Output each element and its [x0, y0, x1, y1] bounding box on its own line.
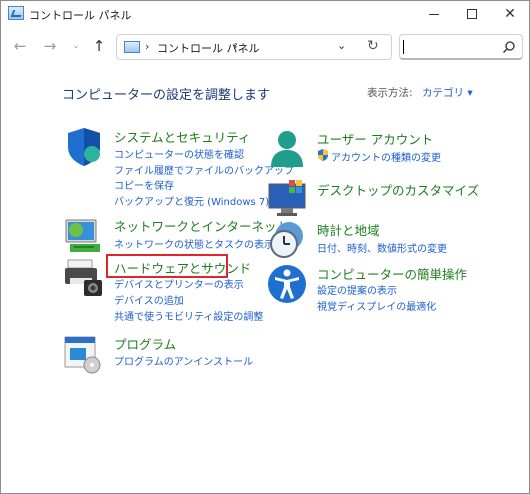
link-backup-restore[interactable]: バックアップと復元 (Windows 7)	[114, 193, 269, 208]
refresh-icon[interactable]: ↻	[367, 38, 379, 54]
printer-icon[interactable]	[64, 258, 104, 298]
category-title[interactable]: システムとセキュリティ	[114, 127, 250, 146]
close-icon: ✕	[504, 6, 516, 22]
arrow-right-icon: →	[43, 37, 57, 55]
search-icon[interactable]	[502, 40, 516, 54]
breadcrumb-separator-icon[interactable]: ›	[233, 40, 237, 53]
desktop-icon[interactable]	[267, 180, 307, 220]
forward-button[interactable]: →	[41, 37, 59, 55]
link-mobility-settings[interactable]: 共通で使うモビリティ設定の調整	[114, 308, 263, 323]
close-button[interactable]: ✕	[487, 1, 530, 27]
control-panel-window: コントロール パネル ✕ ← → ⌄ ↑ › コントロール パネル › ⌄ ↻ …	[0, 0, 530, 494]
link-date-time-format[interactable]: 日付、時刻、数値形式の変更	[317, 240, 447, 255]
link-devices-printers[interactable]: デバイスとプリンターの表示	[114, 276, 244, 291]
control-panel-icon	[124, 41, 140, 53]
arrow-left-icon: ←	[13, 37, 27, 55]
recent-locations-button[interactable]: ⌄	[67, 37, 85, 55]
address-bar[interactable]: › コントロール パネル › ⌄ ↻	[116, 34, 392, 60]
arrow-up-icon: ↑	[92, 37, 106, 55]
breadcrumb-control-panel[interactable]: コントロール パネル	[157, 40, 260, 56]
clock-icon[interactable]	[267, 220, 307, 260]
category-title[interactable]: ネットワークとインターネット	[114, 216, 289, 235]
page-heading: コンピューターの設定を調整します	[62, 88, 271, 103]
title-bar: コントロール パネル ✕	[1, 1, 529, 27]
category-title[interactable]: 時計と地域	[317, 220, 380, 239]
shield-icon[interactable]	[64, 127, 104, 167]
link-network-status[interactable]: ネットワークの状態とタスクの表示	[114, 236, 274, 251]
address-dropdown-button[interactable]: ⌄	[337, 39, 346, 52]
link-optimize-display[interactable]: 視覚ディスプレイの最適化	[317, 298, 436, 313]
control-panel-icon	[8, 6, 24, 20]
search-input[interactable]	[404, 38, 494, 56]
shield-uac-icon	[318, 149, 328, 161]
back-button[interactable]: ←	[11, 37, 29, 55]
link-uninstall-program[interactable]: プログラムのアンインストール	[114, 353, 253, 368]
highlight-box	[106, 254, 228, 278]
maximize-icon	[467, 9, 477, 19]
view-by-label: 表示方法:	[367, 87, 413, 99]
search-box[interactable]	[399, 34, 523, 60]
category-title[interactable]: コンピューターの簡単操作	[317, 264, 467, 283]
up-button[interactable]: ↑	[90, 37, 108, 55]
category-title[interactable]: プログラム	[114, 334, 176, 353]
accessibility-icon[interactable]	[267, 264, 307, 304]
programs-icon[interactable]	[64, 334, 104, 374]
category-title[interactable]: デスクトップのカスタマイズ	[317, 180, 479, 199]
link-suggested-settings[interactable]: 設定の提案の表示	[317, 282, 397, 297]
link-change-account-type[interactable]: アカウントの種類の変更	[331, 149, 441, 164]
category-title[interactable]: ユーザー アカウント	[317, 129, 433, 148]
chevron-down-icon: ⌄	[72, 41, 80, 51]
minimize-icon	[429, 13, 439, 15]
view-by-dropdown[interactable]: カテゴリ ▾	[422, 85, 473, 100]
breadcrumb-separator-icon[interactable]: ›	[145, 40, 149, 53]
navigation-bar: ← → ⌄ ↑ › コントロール パネル › ⌄ ↻	[1, 29, 529, 65]
network-icon[interactable]	[64, 216, 104, 256]
link-save-copy[interactable]: コピーを保存	[114, 177, 174, 192]
user-icon[interactable]	[267, 129, 307, 169]
link-add-device[interactable]: デバイスの追加	[114, 292, 184, 307]
window-title: コントロール パネル	[29, 9, 132, 22]
link-check-status[interactable]: コンピューターの状態を確認	[114, 146, 244, 161]
